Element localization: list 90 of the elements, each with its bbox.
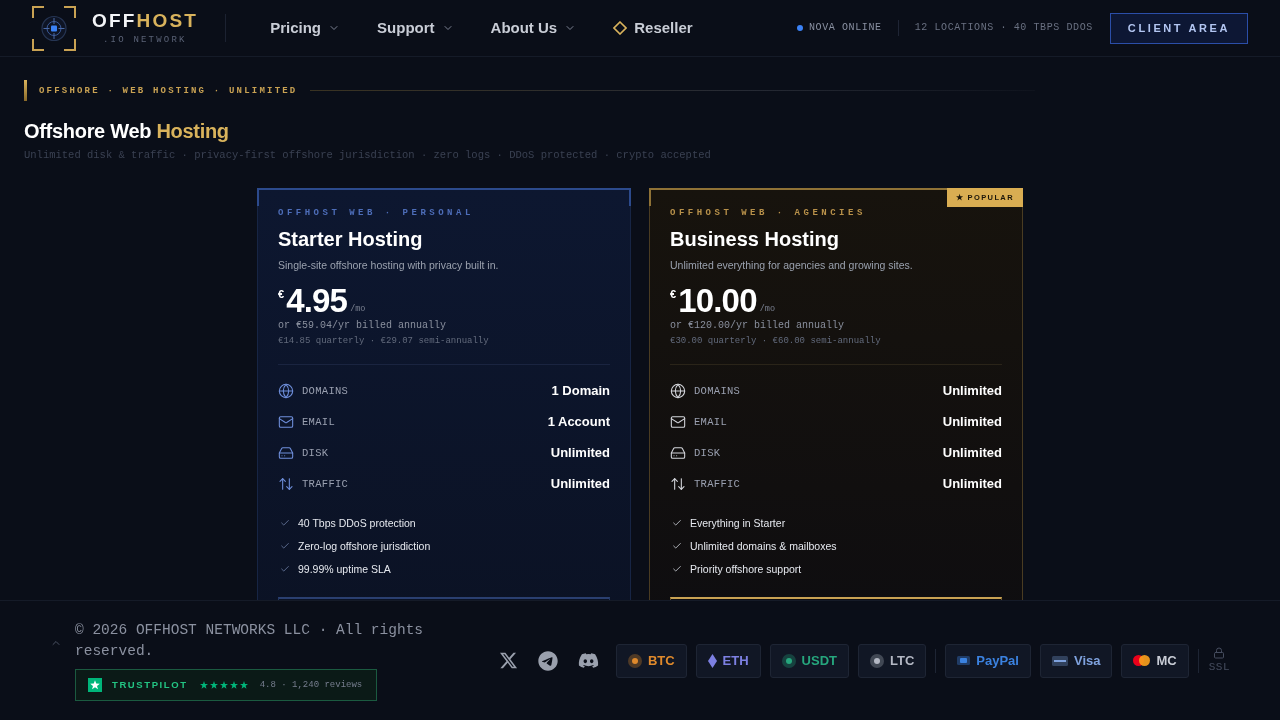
up-down-arrows-icon — [278, 475, 294, 492]
trustpilot-badge[interactable]: TRUSTPILOT 4.8 · 1,240 reviews — [75, 669, 377, 701]
payment-method-label: MC — [1156, 652, 1177, 669]
card-icon — [957, 656, 971, 665]
check-icon — [280, 540, 290, 551]
annual-price: or €59.04/yr billed annually — [278, 319, 448, 333]
card-icon — [1051, 655, 1068, 666]
crosshair-logo-icon — [32, 5, 76, 51]
status-text: NOVA ONLINE — [809, 21, 882, 35]
currency-symbol: € — [670, 287, 677, 301]
spec-label: EMAIL — [694, 414, 727, 429]
network-stats: 12 LOCATIONS · 40 TBPS DDOS — [914, 21, 1093, 35]
globe-icon — [278, 382, 294, 399]
star-tile-icon — [88, 678, 102, 692]
hard-drive-icon — [278, 444, 294, 461]
check-icon — [672, 563, 682, 574]
nav-menu-link[interactable]: Pricing — [270, 18, 341, 38]
spec-label: DISK — [694, 445, 721, 460]
spec-value: Unlimited — [942, 444, 1002, 461]
spec-value: Unlimited — [550, 475, 610, 492]
spec-value: Unlimited — [942, 413, 1002, 430]
feature-text: Zero-log offshore jurisdiction — [298, 538, 431, 553]
diamond-icon — [707, 653, 717, 668]
telegram-icon[interactable] — [537, 650, 558, 671]
spec-value: Unlimited — [942, 382, 1002, 399]
coin-icon — [781, 653, 796, 668]
feature-text: Everything in Starter — [690, 515, 786, 530]
spec-value: Unlimited — [550, 444, 610, 461]
check-icon — [672, 517, 682, 528]
accent-bar — [24, 80, 27, 101]
copyright-text: © 2026 OFFHOST NETWORKS LLC · All rights reserved. — [75, 621, 425, 661]
payment-method-label: BTC — [647, 652, 675, 669]
spec-value: Unlimited — [942, 475, 1002, 492]
x-logo-icon[interactable] — [498, 651, 518, 670]
plan-tagline: OFFHOST WEB · PERSONAL — [278, 207, 475, 219]
discord-icon[interactable] — [577, 650, 599, 671]
page-title: Offshore Web Hosting — [24, 119, 230, 143]
coin-icon — [870, 653, 884, 668]
feature-text: 40 Tbps DDoS protection — [298, 515, 416, 530]
annual-price: or €120.00/yr billed annually — [670, 319, 846, 333]
spec-label: TRAFFIC — [302, 476, 349, 491]
brand-tagline: .IO NETWORK — [103, 35, 187, 46]
hard-drive-icon — [670, 444, 686, 461]
trustpilot-label: TRUSTPILOT — [112, 679, 188, 691]
payment-method-label: Visa — [1073, 652, 1101, 669]
spec-label: EMAIL — [302, 414, 335, 429]
check-icon — [280, 517, 290, 528]
check-icon — [672, 540, 682, 551]
up-down-arrows-icon — [670, 475, 686, 492]
feature-text: Unlimited domains & mailboxes — [690, 538, 837, 553]
currency-symbol: € — [278, 287, 285, 301]
payment-method-label: LTC — [890, 652, 915, 669]
envelope-icon — [670, 413, 686, 430]
brand-name: OFFHOST — [92, 10, 199, 32]
globe-icon — [670, 382, 686, 399]
spec-label: DISK — [302, 445, 329, 460]
overlapping-circles-icon — [1133, 655, 1151, 666]
plan-name: Starter Hosting — [278, 227, 424, 251]
plan-description: Unlimited everything for agencies and growing sites. — [670, 258, 914, 272]
plan-description: Single-site offshore hosting with privacy built in. — [278, 258, 500, 272]
coin-icon — [627, 653, 642, 668]
payment-method-label: ETH — [722, 652, 749, 669]
plan-name: Business Hosting — [670, 227, 840, 251]
spec-value: 1 Account — [547, 413, 610, 430]
spec-label: DOMAINS — [694, 383, 741, 398]
billing-terms: €30.00 quarterly · €60.00 semi-annually — [670, 335, 882, 347]
plan-price: 10.00 — [678, 284, 757, 317]
feature-text: 99.99% uptime SLA — [298, 561, 391, 576]
nav-link[interactable]: Reseller — [613, 18, 693, 38]
spec-value: 1 Domain — [551, 382, 610, 399]
section-eyebrow: OFFSHORE · WEB HOSTING · UNLIMITED — [39, 84, 298, 97]
ssl-label: SSL — [1208, 661, 1230, 674]
billing-terms: €14.85 quarterly · €29.07 semi-annually — [278, 335, 490, 347]
payment-method-label: USDT — [801, 652, 837, 669]
spec-label: TRAFFIC — [694, 476, 741, 491]
nav-menu-link[interactable]: Support — [377, 18, 454, 38]
price-period: /mo — [350, 304, 366, 314]
check-icon — [280, 563, 290, 574]
diamond-icon — [613, 21, 628, 35]
feature-text: Priority offshore support — [690, 561, 802, 576]
payment-method-label: PayPal — [976, 652, 1019, 669]
spec-label: DOMAINS — [302, 383, 349, 398]
rating-text: 4.8 · 1,240 reviews — [259, 679, 363, 691]
client-area-button[interactable]: CLIENT AREA — [1109, 12, 1248, 44]
envelope-icon — [278, 413, 294, 430]
nav-menu-link[interactable]: About Us — [490, 18, 577, 38]
plan-price: 4.95 — [286, 284, 348, 317]
lock-icon — [1213, 647, 1226, 659]
plan-tagline: OFFHOST WEB · AGENCIES — [670, 207, 867, 219]
price-period: /mo — [759, 304, 776, 314]
